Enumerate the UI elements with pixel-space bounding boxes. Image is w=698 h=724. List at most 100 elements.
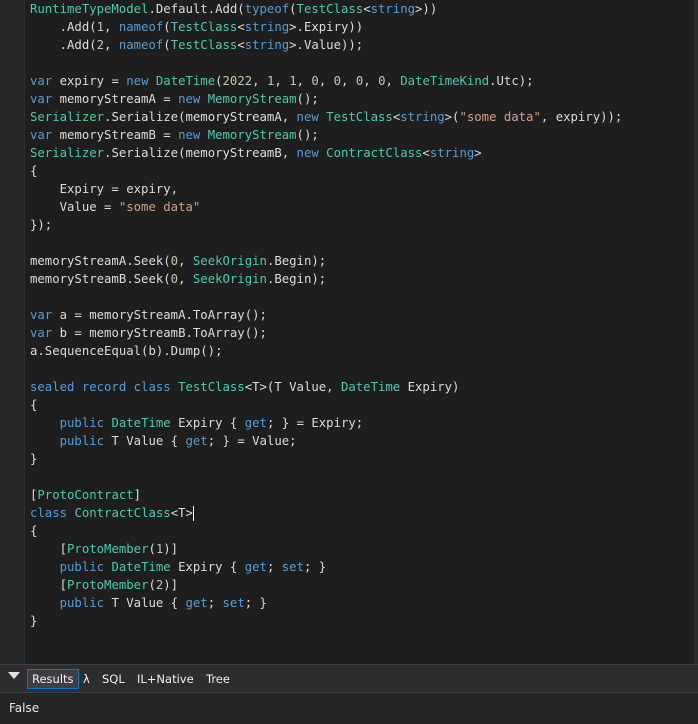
code-token: , bbox=[363, 74, 379, 88]
code-line[interactable]: sealed record class TestClass<T>(T Value… bbox=[30, 378, 690, 396]
code-token: Expiry { bbox=[170, 416, 245, 430]
code-line[interactable]: [ProtoMember(2)] bbox=[30, 576, 690, 594]
code-line[interactable]: [ProtoContract] bbox=[30, 486, 690, 504]
code-line[interactable]: public T Value { get; } = Value; bbox=[30, 432, 690, 450]
code-token: a.SequenceEqual(b).Dump(); bbox=[30, 344, 223, 358]
code-line[interactable]: public T Value { get; set; } bbox=[30, 594, 690, 612]
code-editor[interactable]: RuntimeTypeModel.Default.Add(typeof(Test… bbox=[0, 0, 698, 664]
code-token: ( bbox=[215, 74, 223, 88]
code-line[interactable]: Value = "some data" bbox=[30, 198, 690, 216]
code-line[interactable]: var expiry = new DateTime(2022, 1, 1, 0,… bbox=[30, 72, 690, 90]
code-line[interactable]: [ProtoMember(1)] bbox=[30, 540, 690, 558]
code-token: , bbox=[385, 74, 401, 88]
code-token: { bbox=[30, 398, 38, 412]
code-token: public bbox=[59, 434, 105, 448]
tab-lambda[interactable]: λ bbox=[79, 669, 94, 689]
code-token: .Utc); bbox=[489, 74, 534, 88]
code-token: string bbox=[244, 38, 290, 52]
code-line[interactable] bbox=[30, 54, 690, 72]
tab-tree[interactable]: Tree bbox=[202, 669, 234, 689]
code-line[interactable]: }); bbox=[30, 216, 690, 234]
code-line[interactable]: } bbox=[30, 612, 690, 630]
code-token: , bbox=[274, 74, 290, 88]
code-token: ; } bbox=[303, 560, 327, 574]
code-line[interactable] bbox=[30, 288, 690, 306]
code-token: [ bbox=[30, 542, 68, 556]
code-line[interactable]: } bbox=[30, 450, 690, 468]
code-line[interactable]: Expiry = expiry, bbox=[30, 180, 690, 198]
code-token: ProtoMember bbox=[67, 542, 149, 556]
code-token: Expiry) bbox=[400, 380, 460, 394]
code-token: 0 bbox=[170, 272, 179, 286]
code-token: ; } = Value; bbox=[207, 434, 297, 448]
code-token: , bbox=[296, 74, 312, 88]
code-line[interactable]: .Add(2, nameof(TestClass<string>.Value))… bbox=[30, 36, 690, 54]
code-token: new bbox=[178, 92, 201, 106]
tab-sql[interactable]: SQL bbox=[98, 669, 129, 689]
code-token: } bbox=[30, 452, 38, 466]
code-token: var bbox=[30, 326, 53, 340]
code-token: memoryStreamA.Seek( bbox=[30, 254, 171, 268]
code-token: , bbox=[252, 74, 267, 88]
code-line[interactable]: Serializer.Serialize(memoryStreamA, new … bbox=[30, 108, 690, 126]
code-line[interactable]: { bbox=[30, 522, 690, 540]
code-token: , expiry)); bbox=[540, 110, 623, 124]
code-token: Expiry { bbox=[170, 560, 245, 574]
code-token: .Serialize(memoryStreamA, bbox=[104, 110, 297, 124]
code-token: (); bbox=[296, 128, 319, 142]
results-output-panel: False bbox=[0, 692, 698, 724]
code-token: RuntimeTypeModel bbox=[30, 2, 149, 16]
code-line[interactable]: var memoryStreamA = new MemoryStream(); bbox=[30, 90, 690, 108]
code-token: 2 bbox=[96, 38, 105, 52]
code-line[interactable]: memoryStreamA.Seek(0, SeekOrigin.Begin); bbox=[30, 252, 690, 270]
code-line[interactable]: memoryStreamB.Seek(0, SeekOrigin.Begin); bbox=[30, 270, 690, 288]
code-token: nameof bbox=[118, 38, 164, 52]
code-line[interactable] bbox=[30, 468, 690, 486]
code-line[interactable]: { bbox=[30, 396, 690, 414]
code-token: 1 bbox=[96, 20, 105, 34]
code-token: < bbox=[422, 146, 430, 160]
code-line[interactable]: var a = memoryStreamA.ToArray(); bbox=[30, 306, 690, 324]
code-token: string bbox=[429, 146, 475, 160]
code-token: get bbox=[185, 596, 208, 610]
code-token: var bbox=[30, 92, 53, 106]
text-cursor bbox=[192, 506, 194, 521]
code-line[interactable]: a.SequenceEqual(b).Dump(); bbox=[30, 342, 690, 360]
code-token: var bbox=[30, 74, 53, 88]
code-line[interactable] bbox=[30, 234, 690, 252]
code-line[interactable]: var memoryStreamB = new MemoryStream(); bbox=[30, 126, 690, 144]
code-line[interactable]: class ContractClass<T> bbox=[30, 504, 690, 522]
code-token: < bbox=[237, 20, 245, 34]
code-line[interactable]: { bbox=[30, 162, 690, 180]
code-token: 0 bbox=[333, 74, 342, 88]
vertical-scrollbar[interactable] bbox=[694, 0, 698, 664]
code-line[interactable] bbox=[30, 360, 690, 378]
code-token: string bbox=[400, 110, 445, 124]
tab-results[interactable]: Results bbox=[27, 669, 79, 689]
code-token: 0 bbox=[170, 254, 179, 268]
code-token: ( bbox=[289, 2, 297, 16]
code-token: ContractClass bbox=[74, 506, 171, 520]
code-token: "some data" bbox=[118, 200, 201, 214]
code-token: Serializer bbox=[30, 146, 105, 160]
code-line[interactable]: RuntimeTypeModel.Default.Add(typeof(Test… bbox=[30, 0, 690, 18]
code-line[interactable]: var b = memoryStreamB.ToArray(); bbox=[30, 324, 690, 342]
code-line[interactable]: public DateTime Expiry { get; set; } bbox=[30, 558, 690, 576]
collapse-triangle-icon[interactable] bbox=[8, 672, 20, 679]
code-token: get bbox=[244, 560, 267, 574]
code-token: new bbox=[296, 110, 319, 124]
code-token: , bbox=[104, 20, 119, 34]
code-token: { bbox=[30, 524, 38, 538]
code-line[interactable]: public DateTime Expiry { get; } = Expiry… bbox=[30, 414, 690, 432]
code-token: class bbox=[30, 506, 68, 520]
code-token: >)) bbox=[415, 2, 438, 16]
code-token: >( bbox=[444, 110, 460, 124]
tab-il-native[interactable]: IL+Native bbox=[133, 669, 198, 689]
code-token: 2022 bbox=[222, 74, 253, 88]
code-area[interactable]: RuntimeTypeModel.Default.Add(typeof(Test… bbox=[30, 0, 690, 664]
code-line[interactable]: Serializer.Serialize(memoryStreamB, new … bbox=[30, 144, 690, 162]
code-token: DateTime bbox=[111, 560, 171, 574]
code-token: , bbox=[318, 74, 334, 88]
code-line[interactable]: .Add(1, nameof(TestClass<string>.Expiry)… bbox=[30, 18, 690, 36]
